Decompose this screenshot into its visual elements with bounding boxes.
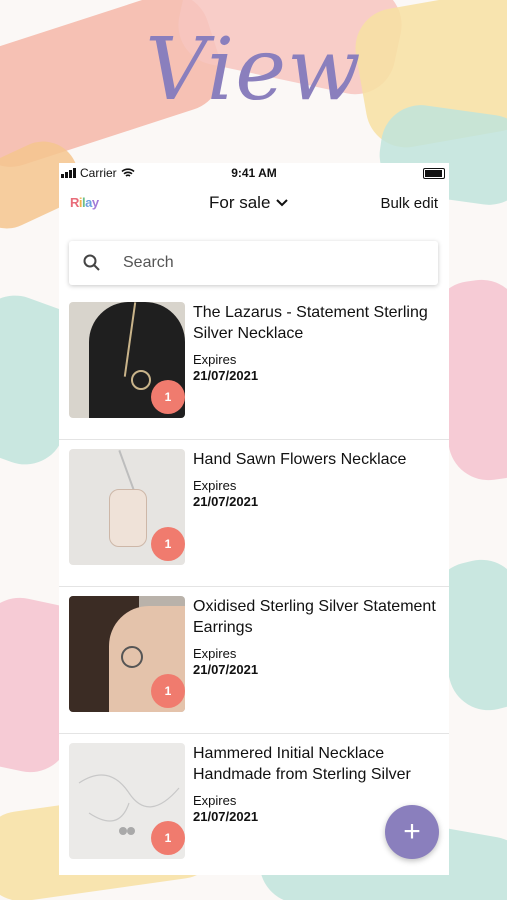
status-time: 9:41 AM <box>231 166 277 180</box>
listing-title: The Lazarus - Statement Sterling Silver … <box>193 304 428 342</box>
search-placeholder: Search <box>123 254 174 271</box>
quantity-badge: 1 <box>151 527 185 561</box>
phone-screen: Carrier 9:41 AM Rilay For sale Bulk edit… <box>59 163 449 875</box>
listing-item[interactable]: 1 Oxidised Sterling Silver Statement Ear… <box>59 586 449 734</box>
expires-label: Expires <box>193 478 237 493</box>
expires-date: 21/07/2021 <box>193 494 259 509</box>
app-logo: Rilay <box>70 195 99 210</box>
add-listing-button[interactable]: + <box>385 805 439 859</box>
expires-label: Expires <box>193 352 237 367</box>
quantity-badge: 1 <box>151 380 185 414</box>
expires-date: 21/07/2021 <box>193 662 259 677</box>
listing-item[interactable]: 1 Hammered Initial Necklace Handmade fro… <box>59 733 449 875</box>
quantity-badge: 1 <box>151 674 185 708</box>
listing-item[interactable]: 1 The Lazarus - Statement Sterling Silve… <box>59 292 449 440</box>
expires-date: 21/07/2021 <box>193 809 259 824</box>
quantity-badge: 1 <box>151 821 185 855</box>
listing-title: Hammered Initial Necklace Handmade from … <box>193 745 411 783</box>
status-filter-dropdown[interactable]: For sale <box>209 193 289 213</box>
expires-label: Expires <box>193 646 237 661</box>
search-icon <box>83 254 100 271</box>
filter-label: For sale <box>209 193 271 212</box>
app-header: Rilay For sale Bulk edit <box>59 185 449 225</box>
hero-title: View <box>145 20 362 120</box>
battery-icon <box>423 168 445 179</box>
listing-title: Hand Sawn Flowers Necklace <box>193 451 407 468</box>
expires-date: 21/07/2021 <box>193 368 259 383</box>
listing-title: Oxidised Sterling Silver Statement Earri… <box>193 598 436 636</box>
status-bar: Carrier 9:41 AM <box>59 163 449 185</box>
listing-item[interactable]: 1 Hand Sawn Flowers Necklace Expires 21/… <box>59 439 449 587</box>
chevron-down-icon <box>276 199 289 207</box>
bulk-edit-button[interactable]: Bulk edit <box>380 195 438 212</box>
search-input[interactable]: Search <box>69 241 438 285</box>
expires-label: Expires <box>193 793 237 808</box>
